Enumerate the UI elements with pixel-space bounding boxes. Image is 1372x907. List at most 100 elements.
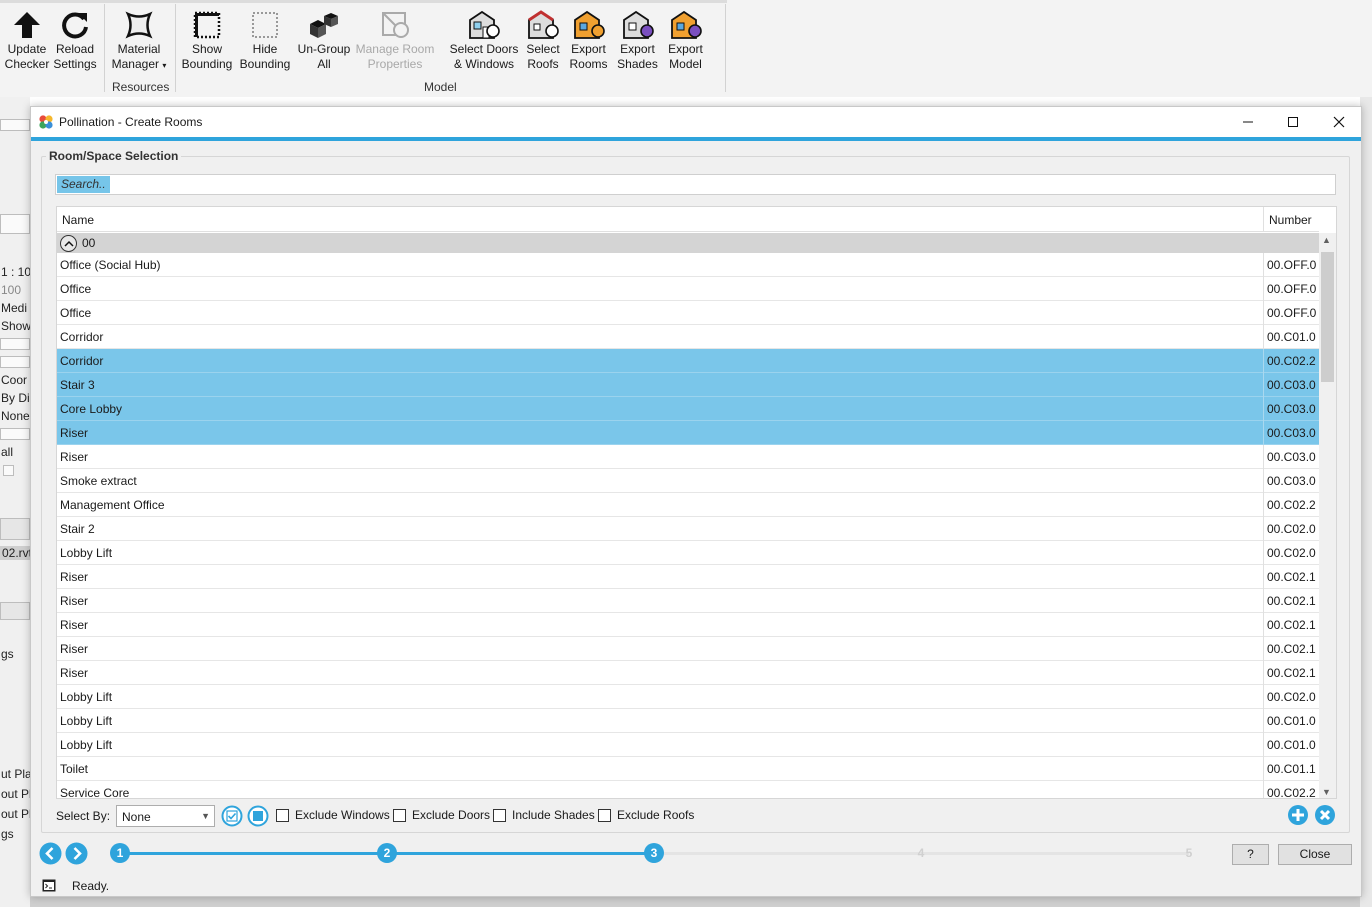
background-properties-panel: 1 : 10 100 Medi Show Coor By Di None all… <box>0 97 38 907</box>
cell-divider <box>1263 253 1264 277</box>
scroll-down-icon[interactable]: ▼ <box>1322 787 1331 797</box>
exclude-windows-checkbox[interactable]: Exclude Windows <box>276 808 390 822</box>
select-roofs-button[interactable]: Select Roofs <box>523 8 563 72</box>
table-row[interactable]: Riser 00.C02.1 <box>57 565 1319 589</box>
collapse-toggle[interactable] <box>60 235 77 252</box>
cell-divider <box>1263 709 1264 733</box>
table-row[interactable]: Lobby Lift 00.C02.0 <box>57 685 1319 709</box>
table-row[interactable]: Riser 00.C02.1 <box>57 661 1319 685</box>
column-divider[interactable] <box>1263 207 1264 232</box>
step-5[interactable]: 5 <box>1179 843 1199 863</box>
checkbox-box[interactable] <box>276 808 289 822</box>
help-button[interactable]: ? <box>1232 844 1269 865</box>
cell-divider <box>1263 541 1264 565</box>
table-row[interactable]: Stair 2 00.C02.0 <box>57 517 1319 541</box>
select-doors-windows-button[interactable]: Select Doors & Windows <box>447 8 521 72</box>
export-model-button[interactable]: Export Model <box>663 8 708 72</box>
scrollbar-thumb[interactable] <box>1321 252 1334 382</box>
table-row[interactable]: Lobby Lift 00.C01.0 <box>57 733 1319 757</box>
background-field <box>0 338 30 350</box>
manage-room-properties-button[interactable]: Manage Room Properties <box>354 8 436 72</box>
table-row[interactable]: Riser 00.C02.1 <box>57 637 1319 661</box>
room-name-cell: Lobby Lift <box>60 690 113 704</box>
close-window-button[interactable] <box>1324 111 1354 133</box>
table-row[interactable]: Toilet 00.C01.1 <box>57 757 1319 781</box>
table-row[interactable]: Corridor 00.C02.2 <box>57 349 1319 373</box>
button-label: Reload <box>55 42 95 56</box>
include-shades-checkbox[interactable]: Include Shades <box>493 808 595 822</box>
room-number-cell: 00.C03.0 <box>1267 426 1316 440</box>
checkbox-label: Exclude Windows <box>295 808 390 822</box>
vertical-scrollbar[interactable]: ▲ ▼ <box>1319 233 1336 798</box>
remove-button[interactable] <box>1314 804 1336 829</box>
checkbox-box[interactable] <box>493 808 506 822</box>
background-field <box>0 119 30 131</box>
button-label: Bounding <box>181 57 233 71</box>
room-number-cell: 00.C03.0 <box>1267 450 1316 464</box>
table-row[interactable]: Management Office 00.C02.2 <box>57 493 1319 517</box>
show-bounding-button[interactable]: Show Bounding <box>179 8 235 72</box>
search-placeholder: Search.. <box>57 176 110 193</box>
table-row[interactable]: Office 00.OFF.0 <box>57 277 1319 301</box>
scroll-up-icon[interactable]: ▲ <box>1322 235 1331 245</box>
material-icon <box>110 8 168 42</box>
update-checker-button[interactable]: Update Checker <box>4 8 50 72</box>
room-name-cell: Lobby Lift <box>60 738 113 752</box>
step-3[interactable]: 3 <box>644 843 664 863</box>
table-row[interactable]: Office 00.OFF.0 <box>57 301 1319 325</box>
room-number-cell: 00.C01.0 <box>1267 714 1316 728</box>
back-button[interactable] <box>39 842 62 868</box>
cell-divider <box>1263 517 1264 541</box>
exclude-doors-checkbox[interactable]: Exclude Doors <box>393 808 490 822</box>
group-row-00[interactable]: 00 <box>57 233 1319 253</box>
export-shades-button[interactable]: Export Shades <box>615 8 660 72</box>
table-row[interactable]: Stair 3 00.C03.0 <box>57 373 1319 397</box>
ungroup-all-button[interactable]: Un-Group All <box>295 8 353 72</box>
next-button[interactable] <box>65 842 88 868</box>
export-rooms-button[interactable]: Export Rooms <box>566 8 611 72</box>
search-input[interactable]: Search.. <box>55 174 1336 195</box>
table-row[interactable]: Lobby Lift 00.C01.0 <box>57 709 1319 733</box>
step-1[interactable]: 1 <box>110 843 130 863</box>
table-row[interactable]: Corridor 00.C01.0 <box>57 325 1319 349</box>
table-row[interactable]: Riser 00.C03.0 <box>57 421 1319 445</box>
dropdown-arrow-icon: ▾ <box>162 61 167 70</box>
manage-room-icon <box>354 8 436 42</box>
material-manager-button[interactable]: Material Manager ▾ <box>110 8 168 73</box>
room-name-cell: Office <box>60 306 92 320</box>
column-header-name[interactable]: Name <box>62 213 94 227</box>
terminal-icon <box>42 879 56 895</box>
step-2[interactable]: 2 <box>377 843 397 863</box>
table-row[interactable]: Lobby Lift 00.C02.0 <box>57 541 1319 565</box>
ribbon-top-line <box>0 0 727 3</box>
square-circle-icon <box>247 805 269 827</box>
arrow-up-icon <box>4 8 50 42</box>
add-button[interactable] <box>1287 804 1309 829</box>
table-row[interactable]: Riser 00.C03.0 <box>57 445 1319 469</box>
button-label: Show <box>191 42 223 56</box>
hide-bounding-button[interactable]: Hide Bounding <box>237 8 293 72</box>
button-label: Manager ▾ <box>111 57 167 71</box>
room-number-cell: 00.C01.0 <box>1267 738 1316 752</box>
checkbox-box[interactable] <box>598 808 611 822</box>
exclude-roofs-checkbox[interactable]: Exclude Roofs <box>598 808 694 822</box>
table-row[interactable]: Riser 00.C02.1 <box>57 589 1319 613</box>
room-number-cell: 00.C02.1 <box>1267 666 1316 680</box>
checkbox-box[interactable] <box>393 808 406 822</box>
ribbon-separator <box>725 4 726 92</box>
maximize-button[interactable] <box>1278 111 1308 133</box>
table-row[interactable]: Service Core 00.C02.2 <box>57 781 1319 798</box>
reload-settings-button[interactable]: Reload Settings <box>52 8 98 72</box>
close-button[interactable]: Close <box>1278 844 1352 865</box>
table-row[interactable]: Riser 00.C02.1 <box>57 613 1319 637</box>
button-label: Shades <box>617 57 658 71</box>
minimize-button[interactable] <box>1233 111 1263 133</box>
column-header-number[interactable]: Number <box>1269 213 1312 227</box>
select-all-button[interactable] <box>221 805 243 830</box>
select-none-button[interactable] <box>247 805 269 830</box>
table-row[interactable]: Smoke extract 00.C03.0 <box>57 469 1319 493</box>
table-row[interactable]: Core Lobby 00.C03.0 <box>57 397 1319 421</box>
step-4[interactable]: 4 <box>911 843 931 863</box>
table-row[interactable]: Office (Social Hub) 00.OFF.0 <box>57 253 1319 277</box>
select-by-dropdown[interactable]: None ▼ <box>116 805 215 827</box>
